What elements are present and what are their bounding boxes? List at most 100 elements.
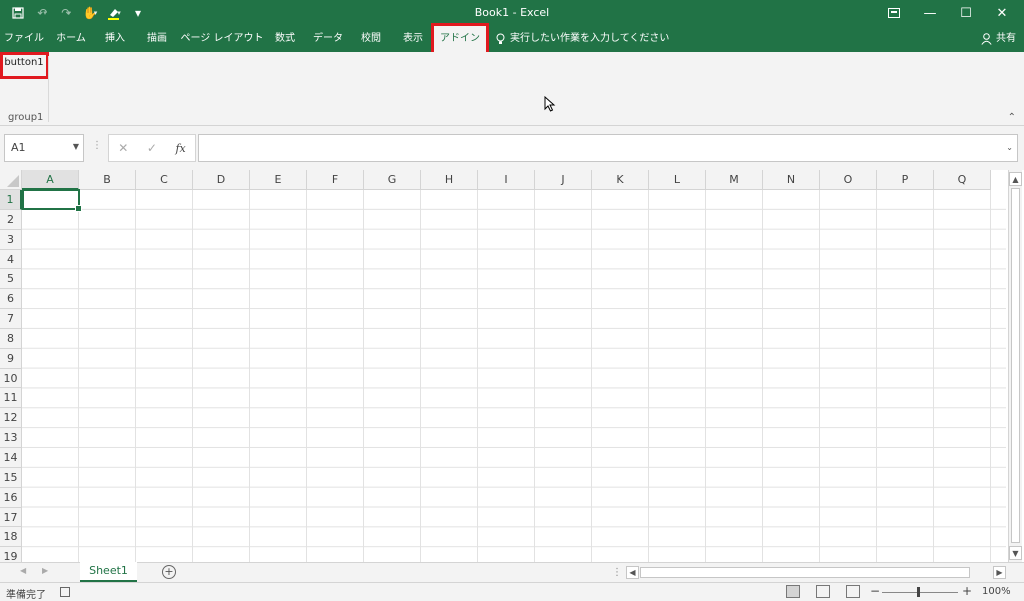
sheet-next-icon[interactable]: ▶ — [42, 566, 48, 575]
row-header[interactable]: 17 — [0, 507, 22, 528]
cell-area[interactable] — [22, 190, 1006, 562]
tab-home[interactable]: ホーム — [50, 26, 92, 52]
ribbon: button1 group1 ⌃ — [0, 52, 1024, 126]
row-header[interactable]: 1 — [0, 190, 22, 210]
minimize-icon[interactable]: — — [912, 3, 948, 23]
zoom-slider-thumb[interactable] — [917, 587, 920, 597]
tab-insert[interactable]: 挿入 — [96, 26, 134, 52]
page-layout-view-icon[interactable] — [816, 585, 830, 598]
row-header[interactable]: 4 — [0, 249, 22, 270]
add-sheet-icon[interactable]: + — [162, 565, 176, 579]
tell-me-text: 実行したい作業を入力してください — [510, 33, 670, 44]
column-header[interactable]: E — [250, 170, 307, 190]
column-header[interactable]: N — [763, 170, 820, 190]
row-header[interactable]: 2 — [0, 209, 22, 230]
row-header[interactable]: 12 — [0, 408, 22, 429]
tab-file[interactable]: ファイル — [2, 26, 46, 52]
vertical-scroll-thumb[interactable] — [1011, 188, 1020, 543]
column-header[interactable]: C — [136, 170, 193, 190]
row-header[interactable]: 11 — [0, 388, 22, 409]
row-header[interactable]: 7 — [0, 309, 22, 329]
row-header[interactable]: 10 — [0, 368, 22, 389]
person-icon — [981, 33, 992, 45]
select-all-corner[interactable] — [0, 170, 22, 190]
tab-addins[interactable]: アドイン — [434, 26, 486, 52]
horizontal-scroll-thumb[interactable] — [640, 567, 970, 578]
formula-bar: A1 ▼ ⋮ ✕ ✓ fx ⌄ — [0, 126, 1024, 170]
row-header[interactable]: 19 — [0, 547, 22, 562]
column-header[interactable]: L — [649, 170, 706, 190]
column-headers: A B C D E F G H I J K L M N O P Q — [22, 170, 991, 190]
name-box[interactable]: A1 ▼ — [4, 134, 84, 162]
group-label: group1 — [8, 112, 44, 123]
formula-input[interactable]: ⌄ — [198, 134, 1018, 162]
tab-review[interactable]: 校閲 — [352, 26, 390, 52]
status-bar: 準備完了 − + 100% — [0, 582, 1024, 601]
zoom-out-icon[interactable]: − — [870, 584, 880, 598]
normal-view-icon[interactable] — [786, 585, 800, 598]
column-header[interactable]: D — [193, 170, 250, 190]
row-header[interactable]: 8 — [0, 328, 22, 349]
title-bar: ↶ ▾ ↷ ▾ ✋ ▾ ▾ ▾ Book1 - Excel — ☐ ✕ — [0, 0, 1024, 26]
sheet-tab[interactable]: Sheet1 — [80, 562, 137, 582]
column-header[interactable]: H — [421, 170, 478, 190]
enter-icon[interactable]: ✓ — [147, 141, 157, 155]
tab-draw[interactable]: 描画 — [138, 26, 176, 52]
column-header[interactable]: Q — [934, 170, 991, 190]
split-handle-icon[interactable]: ⋮ — [612, 567, 622, 578]
column-header[interactable]: K — [592, 170, 649, 190]
column-header[interactable]: M — [706, 170, 763, 190]
row-header[interactable]: 15 — [0, 467, 22, 488]
share-button[interactable]: 共有 — [981, 26, 1016, 52]
row-header[interactable]: 18 — [0, 527, 22, 548]
expand-formula-icon[interactable]: ⌄ — [1006, 143, 1013, 152]
column-header[interactable]: I — [478, 170, 535, 190]
row-header[interactable]: 5 — [0, 269, 22, 290]
zoom-slider[interactable] — [882, 592, 958, 593]
tab-data[interactable]: データ — [308, 26, 348, 52]
collapse-ribbon-icon[interactable]: ⌃ — [1008, 112, 1016, 123]
zoom-in-icon[interactable]: + — [962, 584, 972, 598]
sheet-tab-bar: ◀ ▶ Sheet1 + ⋮ ◀ ▶ — [0, 562, 1024, 582]
column-header[interactable]: O — [820, 170, 877, 190]
row-header[interactable]: 14 — [0, 447, 22, 468]
ribbon-display-options-icon[interactable] — [876, 3, 912, 23]
close-icon[interactable]: ✕ — [984, 3, 1020, 23]
row-header[interactable]: 16 — [0, 487, 22, 508]
row-header[interactable]: 9 — [0, 348, 22, 369]
active-cell[interactable] — [22, 189, 82, 212]
scroll-up-icon[interactable]: ▲ — [1009, 172, 1022, 186]
vertical-scrollbar[interactable]: ▲ ▼ — [1008, 170, 1022, 562]
sheet-prev-icon[interactable]: ◀ — [20, 566, 26, 575]
cancel-icon[interactable]: ✕ — [118, 141, 128, 155]
formula-bar-handle[interactable]: ⋮ — [92, 140, 102, 151]
name-box-value: A1 — [11, 141, 26, 154]
column-header[interactable]: G — [364, 170, 421, 190]
mouse-cursor-icon — [544, 96, 556, 112]
column-header[interactable]: J — [535, 170, 592, 190]
page-break-view-icon[interactable] — [846, 585, 860, 598]
row-header[interactable]: 3 — [0, 229, 22, 250]
scroll-left-icon[interactable]: ◀ — [626, 566, 639, 579]
maximize-icon[interactable]: ☐ — [948, 3, 984, 23]
ribbon-tabs: ファイル ホーム 挿入 描画 ページ レイアウト 数式 データ 校閲 表示 アド… — [0, 26, 1024, 52]
column-header[interactable]: B — [79, 170, 136, 190]
column-header[interactable]: A — [22, 170, 79, 190]
scroll-down-icon[interactable]: ▼ — [1009, 546, 1022, 560]
button1[interactable]: button1 — [2, 55, 46, 77]
tab-page-layout[interactable]: ページ レイアウト — [180, 26, 264, 52]
macro-record-icon[interactable] — [60, 587, 70, 597]
window-title: Book1 - Excel — [474, 6, 550, 19]
tell-me-box[interactable]: 実行したい作業を入力してください — [496, 26, 669, 52]
horizontal-scrollbar[interactable]: ◀ ▶ — [626, 566, 1006, 580]
tab-formulas[interactable]: 数式 — [266, 26, 304, 52]
tab-view[interactable]: 表示 — [394, 26, 432, 52]
scroll-right-icon[interactable]: ▶ — [993, 566, 1006, 579]
column-header[interactable]: F — [307, 170, 364, 190]
row-header[interactable]: 13 — [0, 428, 22, 448]
zoom-level[interactable]: 100% — [982, 586, 1011, 597]
column-header[interactable]: P — [877, 170, 934, 190]
insert-function-icon[interactable]: fx — [175, 142, 185, 155]
row-header[interactable]: 6 — [0, 289, 22, 310]
chevron-down-icon[interactable]: ▼ — [73, 142, 79, 151]
